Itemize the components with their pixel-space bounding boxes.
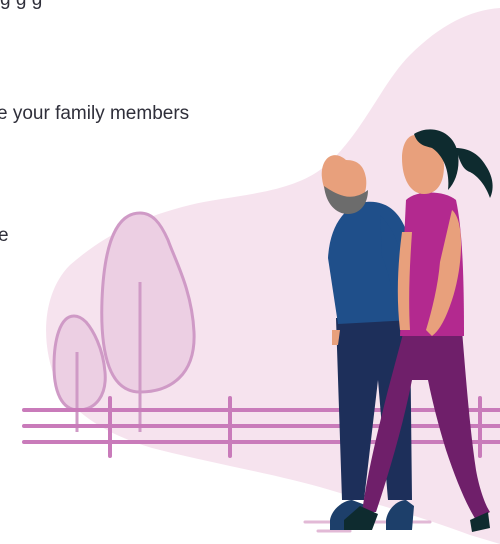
- page: g g g e your family members e: [0, 0, 500, 544]
- text-line-2: e your family members: [0, 103, 190, 124]
- text-line-3: e: [0, 225, 9, 246]
- family-illustration: [22, 8, 500, 544]
- text-line-1: g g g: [0, 0, 42, 12]
